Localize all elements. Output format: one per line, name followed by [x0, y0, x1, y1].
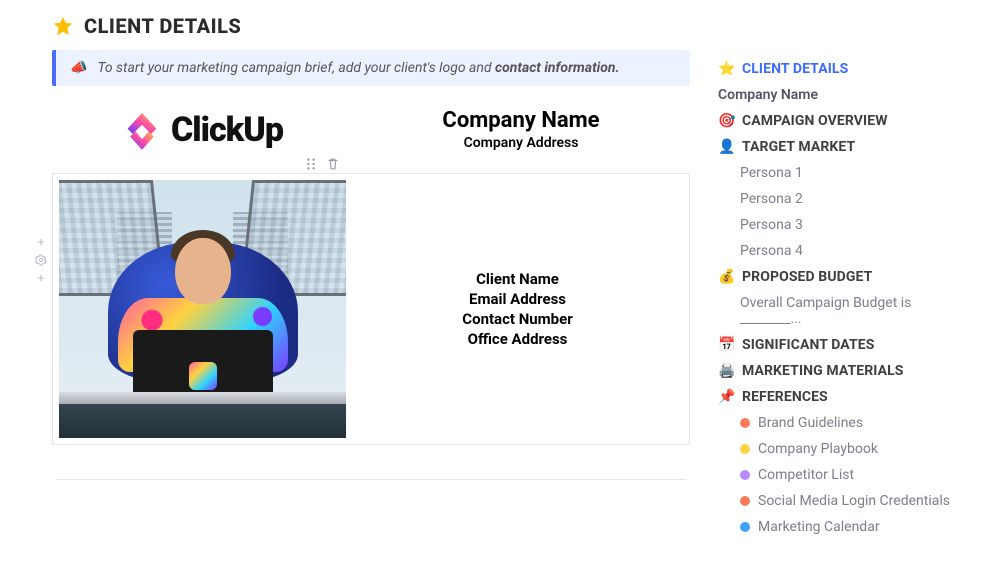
outline-item-icon: 📌 — [718, 389, 734, 405]
outline-item[interactable]: 📌 REFERENCES — [714, 384, 978, 410]
outline-item-label: TARGET MARKET — [742, 139, 855, 155]
outline-reference-item[interactable]: Brand Guidelines — [714, 410, 978, 436]
clickup-mark-icon — [121, 109, 163, 151]
outline-item[interactable]: 🖨️ MARKETING MATERIALS — [714, 358, 978, 384]
color-dot-icon — [740, 444, 750, 454]
outline-item[interactable]: 📅 SIGNIFICANT DATES — [714, 332, 978, 358]
client-office: Office Address — [468, 330, 568, 348]
outline-sub-item[interactable]: Persona 1 — [714, 160, 978, 186]
client-photo — [59, 180, 346, 438]
outline-reference-item[interactable]: Company Playbook — [714, 436, 978, 462]
outline-item-icon: 🖨️ — [718, 363, 734, 379]
outline-reference-item[interactable]: Competitor List — [714, 462, 978, 488]
section-divider — [56, 479, 686, 480]
company-block: ClickUp Company Name Company Address — [52, 108, 690, 151]
outline-sub-item[interactable]: Persona 3 — [714, 212, 978, 238]
outline-item-label: CLIENT DETAILS — [742, 61, 848, 77]
outline-item-icon: 👤 — [718, 139, 734, 155]
outline-sub-item[interactable]: Persona 4 — [714, 238, 978, 264]
outline-item-label: PROPOSED BUDGET — [742, 269, 872, 285]
add-block-icon[interactable]: + — [35, 236, 47, 248]
outline-item[interactable]: 👤 TARGET MARKET — [714, 134, 978, 160]
block-settings-icon[interactable] — [35, 254, 47, 266]
drag-handle-icon[interactable] — [304, 157, 318, 171]
block-gutter: + + — [35, 236, 47, 284]
company-logo-word: ClickUp — [171, 110, 283, 150]
outline-sub-item[interactable]: Overall Campaign Budget is ________... — [714, 290, 978, 332]
outline-item-label: SIGNIFICANT DATES — [742, 337, 874, 353]
trash-icon[interactable] — [326, 157, 340, 171]
client-block[interactable]: Client Name Email Address Contact Number… — [52, 173, 690, 445]
outline-plain-item[interactable]: Company Name — [714, 82, 978, 108]
outline-reference-item[interactable]: Marketing Calendar — [714, 514, 978, 540]
outline-item-label: CAMPAIGN OVERVIEW — [742, 113, 888, 129]
page-title: CLIENT DETAILS — [84, 14, 241, 38]
outline-item-icon: 📅 — [718, 337, 734, 353]
outline-item-icon: ⭐ — [718, 61, 734, 77]
color-dot-icon — [740, 496, 750, 506]
tip-text: To start your marketing campaign brief, … — [97, 60, 619, 76]
megaphone-icon: 📣 — [70, 60, 87, 76]
block-toolbar — [52, 157, 690, 171]
add-block-icon-2[interactable]: + — [35, 272, 47, 284]
document-outline: ⭐ CLIENT DETAILS Company Name 🎯 CAMPAIGN OVE… — [714, 56, 978, 540]
client-name: Client Name — [476, 270, 559, 288]
outline-reference-label: Social Media Login Credentials — [758, 493, 950, 509]
outline-reference-label: Marketing Calendar — [758, 519, 880, 535]
outline-item[interactable]: ⭐ CLIENT DETAILS — [714, 56, 978, 82]
outline-item[interactable]: 🎯 CAMPAIGN OVERVIEW — [714, 108, 978, 134]
laptop-sticker-icon — [189, 362, 217, 390]
outline-item-label: REFERENCES — [742, 389, 828, 405]
outline-item[interactable]: 💰 PROPOSED BUDGET — [714, 264, 978, 290]
client-email: Email Address — [469, 290, 566, 308]
tip-banner: 📣 To start your marketing campaign brief… — [52, 50, 690, 86]
company-name: Company Name — [352, 108, 690, 133]
company-logo: ClickUp — [52, 109, 352, 151]
page-heading: CLIENT DETAILS — [52, 14, 690, 38]
outline-item-label: MARKETING MATERIALS — [742, 363, 904, 379]
color-dot-icon — [740, 418, 750, 428]
star-icon — [52, 15, 74, 37]
outline-reference-label: Company Playbook — [758, 441, 878, 457]
outline-item-icon: 🎯 — [718, 113, 734, 129]
outline-reference-item[interactable]: Social Media Login Credentials — [714, 488, 978, 514]
outline-sub-item[interactable]: Persona 2 — [714, 186, 978, 212]
color-dot-icon — [740, 522, 750, 532]
color-dot-icon — [740, 470, 750, 480]
client-phone: Contact Number — [462, 310, 572, 328]
outline-reference-label: Competitor List — [758, 467, 854, 483]
company-address: Company Address — [352, 135, 690, 151]
outline-item-icon: 💰 — [718, 269, 734, 285]
outline-reference-label: Brand Guidelines — [758, 415, 863, 431]
